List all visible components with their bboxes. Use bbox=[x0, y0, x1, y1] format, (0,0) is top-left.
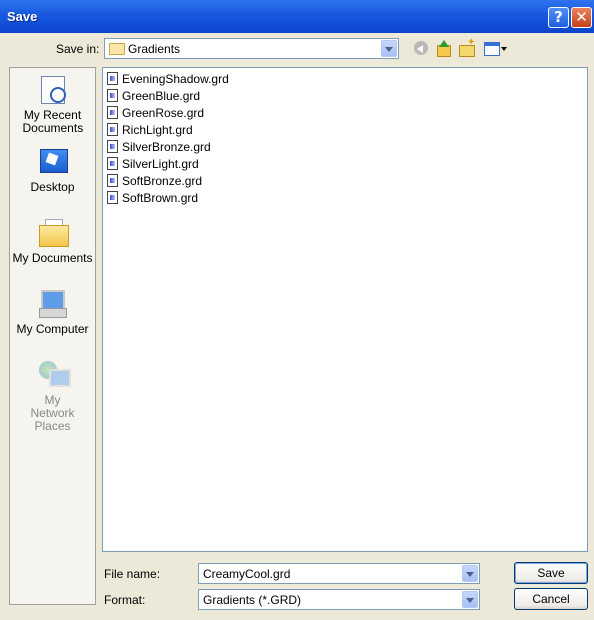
new-folder-icon[interactable] bbox=[458, 37, 476, 58]
file-name: SoftBrown.grd bbox=[122, 191, 199, 205]
save-button[interactable]: Save bbox=[514, 562, 588, 584]
place-label: My Recent Documents bbox=[22, 108, 84, 135]
folder-icon bbox=[109, 43, 125, 55]
title-bar[interactable]: Save ? ✕ bbox=[0, 0, 594, 33]
save-dialog: Save ? ✕ Save in: Gradients My Recent Do… bbox=[0, 0, 594, 620]
file-list[interactable]: EveningShadow.grd GreenBlue.grd GreenRos… bbox=[102, 67, 588, 552]
desktop-icon bbox=[37, 146, 69, 178]
gradient-file-icon bbox=[107, 157, 118, 170]
file-name: GreenBlue.grd bbox=[122, 89, 201, 103]
format-value: Gradients (*.GRD) bbox=[203, 593, 302, 607]
gradient-file-icon bbox=[107, 174, 118, 187]
place-label: My Computer bbox=[16, 322, 89, 336]
my-documents-icon bbox=[37, 217, 69, 249]
up-folder-icon[interactable] bbox=[435, 40, 453, 58]
back-icon[interactable] bbox=[413, 40, 431, 58]
place-label: My Network Places bbox=[30, 393, 75, 433]
chevron-down-icon[interactable] bbox=[462, 565, 478, 582]
place-label: My Documents bbox=[12, 251, 93, 265]
format-dropdown[interactable]: Gradients (*.GRD) bbox=[198, 589, 480, 610]
views-menu-icon[interactable] bbox=[483, 40, 507, 58]
my-computer-icon bbox=[37, 288, 69, 320]
network-places-icon bbox=[37, 359, 71, 391]
recent-documents-icon bbox=[37, 74, 69, 106]
gradient-file-icon bbox=[107, 72, 118, 85]
help-button[interactable]: ? bbox=[548, 7, 569, 28]
file-name: SoftBronze.grd bbox=[122, 174, 203, 188]
file-name: RichLight.grd bbox=[122, 123, 193, 137]
places-bar: My Recent Documents Desktop My Documents… bbox=[9, 67, 96, 605]
gradient-file-icon bbox=[107, 123, 118, 136]
close-button[interactable]: ✕ bbox=[571, 7, 592, 28]
file-name-field[interactable]: CreamyCool.grd bbox=[198, 563, 480, 584]
place-label: Desktop bbox=[30, 180, 75, 194]
place-my-recent-documents[interactable]: My Recent Documents bbox=[10, 74, 95, 135]
format-label: Format: bbox=[104, 593, 146, 607]
save-in-label: Save in: bbox=[56, 42, 100, 56]
chevron-down-icon[interactable] bbox=[381, 40, 397, 57]
gradient-file-icon bbox=[107, 140, 118, 153]
gradient-file-icon bbox=[107, 191, 118, 204]
file-name-label: File name: bbox=[104, 567, 161, 581]
place-desktop[interactable]: Desktop bbox=[10, 146, 95, 194]
file-name: EveningShadow.grd bbox=[122, 72, 229, 86]
dialog-title: Save bbox=[7, 9, 38, 24]
file-name: SilverBronze.grd bbox=[122, 140, 211, 154]
file-name-value[interactable]: CreamyCool.grd bbox=[203, 567, 290, 581]
gradient-file-icon bbox=[107, 89, 118, 102]
place-my-documents[interactable]: My Documents bbox=[10, 217, 95, 265]
cancel-button[interactable]: Cancel bbox=[514, 588, 588, 610]
place-my-network-places[interactable]: My Network Places bbox=[10, 359, 95, 433]
save-in-dropdown[interactable]: Gradients bbox=[104, 38, 399, 59]
chevron-down-icon[interactable] bbox=[462, 591, 478, 608]
save-in-value: Gradients bbox=[128, 42, 181, 56]
file-name: GreenRose.grd bbox=[122, 106, 205, 120]
file-name: SilverLight.grd bbox=[122, 157, 199, 171]
place-my-computer[interactable]: My Computer bbox=[10, 288, 95, 336]
gradient-file-icon bbox=[107, 106, 118, 119]
